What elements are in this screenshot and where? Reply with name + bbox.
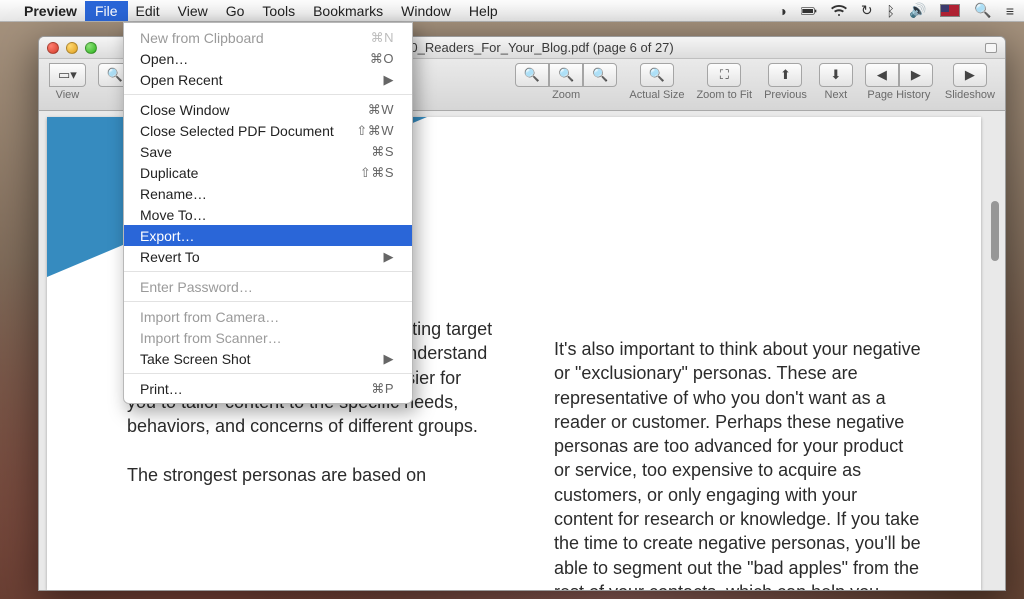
file-menu-save[interactable]: Save ⌘S — [124, 141, 412, 162]
timemachine-icon[interactable]: ↻ — [861, 2, 873, 19]
menu-item-shortcut: ⌘O — [370, 51, 394, 67]
zoom-to-fit-button[interactable]: ⛶ — [707, 63, 741, 87]
slideshow-label: Slideshow — [945, 89, 995, 101]
file-menu-move-to[interactable]: Move To… — [124, 204, 412, 225]
system-menubar: Preview File Edit View Go Tools Bookmark… — [0, 0, 1024, 22]
fullscreen-button[interactable] — [985, 43, 997, 53]
zoom-to-fit-label: Zoom to Fit — [696, 89, 752, 101]
menu-item-label: Move To… — [140, 207, 207, 223]
menu-edit[interactable]: Edit — [136, 3, 160, 19]
view-mode-button[interactable]: ▭▾ — [49, 63, 86, 87]
file-menu-duplicate[interactable]: Duplicate ⇧⌘S — [124, 162, 412, 183]
menu-item-label: Import from Scanner… — [140, 330, 282, 346]
file-menu-export[interactable]: Export… — [124, 225, 412, 246]
menu-separator — [124, 301, 412, 302]
window-controls — [39, 42, 105, 54]
zoom-label: Zoom — [552, 89, 580, 101]
menu-bookmarks[interactable]: Bookmarks — [313, 3, 383, 19]
slideshow-button[interactable]: ▶ — [953, 63, 987, 87]
menu-item-shortcut: ⇧⌘W — [356, 123, 394, 139]
previous-label: Previous — [764, 89, 807, 101]
page-right-column: It's also important to think about your … — [554, 337, 921, 590]
menu-item-label: Close Selected PDF Document — [140, 123, 334, 139]
spotlight-icon[interactable]: 🔍 — [974, 2, 991, 19]
next-label: Next — [825, 89, 848, 101]
file-menu-enter-password: Enter Password… — [124, 276, 412, 297]
menu-item-label: Save — [140, 144, 172, 160]
menu-item-label: New from Clipboard — [140, 30, 264, 46]
next-page-button[interactable]: ⬇ — [819, 63, 853, 87]
menu-item-label: Print… — [140, 381, 183, 397]
menu-item-label: Take Screen Shot — [140, 351, 251, 367]
menu-item-shortcut: ⌘N — [371, 30, 394, 46]
page-right-text: It's also important to think about your … — [554, 339, 921, 590]
menu-item-shortcut: ⌘W — [368, 102, 394, 118]
submenu-arrow-icon: ▶ — [384, 72, 395, 88]
app-menu[interactable]: Preview — [24, 3, 77, 19]
file-menu-new-from-clipboard: New from Clipboard ⌘N — [124, 27, 412, 48]
notification-center-icon[interactable]: ≡ — [1006, 3, 1014, 19]
menu-item-label: Duplicate — [140, 165, 198, 181]
menu-file[interactable]: File — [85, 1, 128, 21]
file-menu-rename[interactable]: Rename… — [124, 183, 412, 204]
zoom-in-button[interactable]: 🔍 — [583, 63, 617, 87]
window-title-pageinfo: (page 6 of 27) — [593, 40, 674, 55]
zoom-out-button[interactable]: 🔍 — [515, 63, 549, 87]
file-menu-close-selected-pdf-document[interactable]: Close Selected PDF Document ⇧⌘W — [124, 120, 412, 141]
file-menu-dropdown: New from Clipboard ⌘N Open… ⌘O Open Recent ▶ C… — [123, 22, 413, 404]
menu-view[interactable]: View — [178, 3, 208, 19]
file-menu-print[interactable]: Print… ⌘P — [124, 378, 412, 399]
menu-item-label: Rename… — [140, 186, 207, 202]
battery-icon[interactable] — [801, 4, 817, 18]
minimize-window-button[interactable] — [66, 42, 78, 54]
bluetooth-icon[interactable]: ᛒ — [887, 3, 895, 19]
file-menu-open[interactable]: Open… ⌘O — [124, 48, 412, 69]
page-left-tail: The strongest personas are based on — [127, 465, 426, 485]
menu-window[interactable]: Window — [401, 3, 451, 19]
file-menu-open-recent[interactable]: Open Recent ▶ — [124, 69, 412, 90]
submenu-arrow-icon: ▶ — [384, 249, 395, 265]
page-history-fwd-button[interactable]: ▶ — [899, 63, 933, 87]
volume-icon[interactable]: 🔊 — [909, 2, 926, 19]
view-label: View — [56, 89, 80, 101]
file-menu-take-screen-shot[interactable]: Take Screen Shot ▶ — [124, 348, 412, 369]
power-icon[interactable]: ◑ — [778, 3, 786, 19]
menu-item-label: Revert To — [140, 249, 200, 265]
actual-size-button[interactable]: 🔍 — [640, 63, 674, 87]
menu-separator — [124, 271, 412, 272]
flag-us-icon[interactable] — [940, 4, 960, 17]
file-menu-import-from-camera: Import from Camera… — [124, 306, 412, 327]
menu-separator — [124, 373, 412, 374]
menu-tools[interactable]: Tools — [262, 3, 295, 19]
previous-page-button[interactable]: ⬆ — [768, 63, 802, 87]
file-menu-revert-to[interactable]: Revert To ▶ — [124, 246, 412, 267]
menu-item-shortcut: ⌘S — [371, 144, 394, 160]
menu-separator — [124, 94, 412, 95]
close-window-button[interactable] — [47, 42, 59, 54]
menu-item-shortcut: ⌘P — [371, 381, 394, 397]
file-menu-close-window[interactable]: Close Window ⌘W — [124, 99, 412, 120]
menu-item-label: Open… — [140, 51, 188, 67]
menu-item-label: Open Recent — [140, 72, 223, 88]
menu-item-label: Import from Camera… — [140, 309, 279, 325]
zoom-reset-button[interactable]: 🔍 — [549, 63, 583, 87]
menu-item-label: Close Window — [140, 102, 229, 118]
zoom-window-button[interactable] — [85, 42, 97, 54]
menubar-status-area: ◑ ↻ ᛒ 🔊 🔍 ≡ — [778, 2, 1014, 19]
page-history-label: Page History — [867, 89, 930, 101]
page-history-back-button[interactable]: ◀ — [865, 63, 899, 87]
menu-item-shortcut: ⇧⌘S — [360, 165, 394, 181]
file-menu-import-from-scanner: Import from Scanner… — [124, 327, 412, 348]
menu-go[interactable]: Go — [226, 3, 245, 19]
menu-item-label: Export… — [140, 228, 194, 244]
wifi-icon[interactable] — [831, 4, 847, 18]
menu-help[interactable]: Help — [469, 3, 498, 19]
submenu-arrow-icon: ▶ — [384, 351, 395, 367]
actual-size-label: Actual Size — [629, 89, 684, 101]
vertical-scrollbar-thumb[interactable] — [991, 201, 999, 261]
menu-item-label: Enter Password… — [140, 279, 253, 295]
